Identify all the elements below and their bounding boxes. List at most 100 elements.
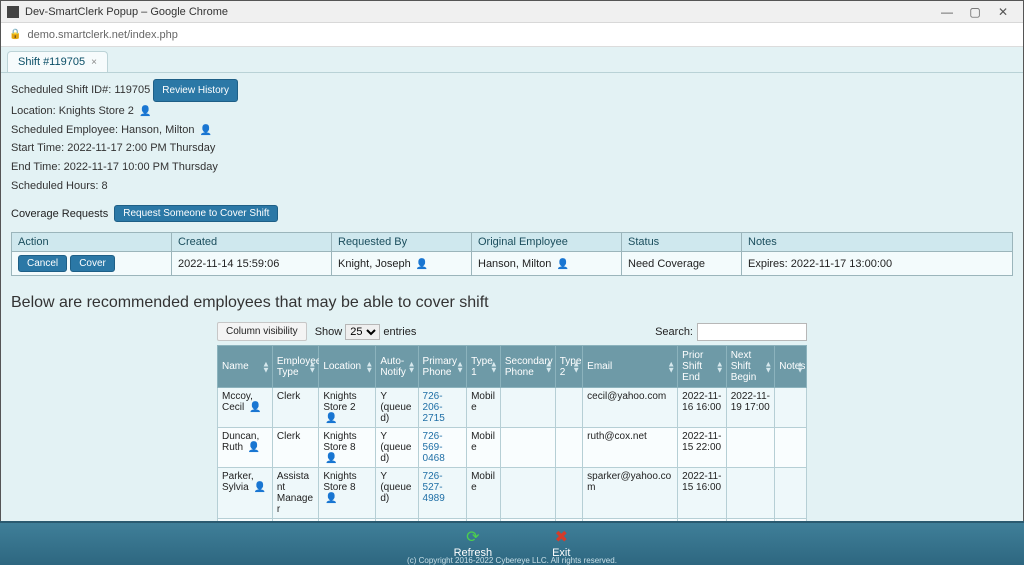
th-sphone[interactable]: Secondary Phone▲▼ [500, 346, 555, 388]
th-notify[interactable]: Auto-Notify▲▼ [376, 346, 418, 388]
sort-icon: ▲▼ [408, 361, 416, 372]
col-original-emp: Original Employee [472, 233, 622, 252]
column-visibility-button[interactable]: Column visibility [217, 322, 307, 341]
shift-end: End Time: 2022-11-17 10:00 PM Thursday [11, 158, 1013, 177]
cell-name: Duncan, Ruth 👤 [218, 428, 273, 468]
lock-icon: 🔒 [9, 29, 21, 40]
person-icon[interactable]: 👤 [253, 482, 265, 493]
th-notes[interactable]: Notes▲▼ [775, 346, 807, 388]
th-t2[interactable]: Type 2▲▼ [555, 346, 582, 388]
shift-employee: Scheduled Employee: Hanson, Milton [11, 124, 194, 136]
tab-shift[interactable]: Shift #119705 × [7, 51, 108, 72]
th-etype[interactable]: Employee Type▲▼ [272, 346, 318, 388]
col-created: Created [172, 233, 332, 252]
section-title: Below are recommended employees that may… [11, 294, 1013, 312]
location-icon[interactable]: 👤 [139, 103, 151, 120]
cell-t1: Mobile [467, 468, 501, 519]
coverage-requests: Coverage Requests Request Someone to Cov… [11, 205, 1013, 222]
window-title: Dev-SmartClerk Popup – Google Chrome [25, 6, 228, 18]
th-t1[interactable]: Type 1▲▼ [467, 346, 501, 388]
person-icon[interactable]: 👤 [416, 259, 428, 270]
location-icon[interactable]: 👤 [325, 493, 337, 504]
close-window-button[interactable]: ✕ [989, 5, 1017, 19]
cell-nsb: 2022-11-19 17:00 [726, 388, 775, 428]
url-text[interactable]: demo.smartclerk.net/index.php [27, 29, 177, 41]
location-icon[interactable]: 👤 [325, 453, 337, 464]
cell-etype: Clerk [272, 388, 318, 428]
person-icon[interactable]: 👤 [249, 402, 261, 413]
sort-icon: ▲▼ [262, 361, 270, 372]
th-pse[interactable]: Prior Shift End▲▼ [678, 346, 727, 388]
cell-nsb [726, 428, 775, 468]
minimize-button[interactable]: — [933, 5, 961, 19]
cover-button[interactable]: Cover [70, 255, 115, 272]
address-bar: 🔒 demo.smartclerk.net/index.php [1, 23, 1023, 47]
close-icon: ✖ [555, 530, 568, 546]
sort-icon: ▲▼ [764, 361, 772, 372]
person-icon[interactable]: 👤 [556, 259, 568, 270]
maximize-button[interactable]: ▢ [961, 5, 989, 19]
refresh-button[interactable]: ⟳ Refresh [454, 530, 493, 559]
cell-t1: Mobile [467, 388, 501, 428]
th-email[interactable]: Email▲▼ [583, 346, 678, 388]
original-emp-cell: Hanson, Milton [478, 258, 551, 270]
requested-by-cell: Knight, Joseph [338, 258, 411, 270]
page-length-select[interactable]: 25 [345, 324, 380, 340]
th-nsb[interactable]: Next Shift Begin▲▼ [726, 346, 775, 388]
request-cover-button[interactable]: Request Someone to Cover Shift [114, 205, 278, 222]
coverage-label: Coverage Requests [11, 208, 108, 220]
cell-pphone: 726-569-0468 [418, 428, 467, 468]
refresh-icon: ⟳ [466, 530, 479, 546]
cell-name: Parker, Sylvia 👤 [218, 468, 273, 519]
phone-link[interactable]: 726-569-0468 [423, 431, 445, 464]
col-requested-by: Requested By [332, 233, 472, 252]
created-cell: 2022-11-14 15:59:06 [172, 252, 332, 276]
search-label: Search: [655, 326, 693, 338]
cell-name: Mccoy, Cecil 👤 [218, 388, 273, 428]
status-cell: Need Coverage [622, 252, 742, 276]
cell-t2 [555, 388, 582, 428]
person-icon[interactable]: 👤 [248, 442, 260, 453]
app-tabbar: Shift #119705 × [1, 47, 1023, 73]
cell-etype: Clerk [272, 428, 318, 468]
col-notes: Notes [742, 233, 1013, 252]
sort-icon: ▲▼ [796, 361, 804, 372]
cell-sphone [500, 468, 555, 519]
refresh-label: Refresh [454, 547, 493, 559]
search-input[interactable] [697, 323, 807, 341]
col-action: Action [12, 233, 172, 252]
th-loc[interactable]: Location▲▼ [319, 346, 376, 388]
sort-icon: ▲▼ [490, 361, 498, 372]
employee-icon[interactable]: 👤 [200, 122, 212, 139]
cell-email: ruth@cox.net [583, 428, 678, 468]
phone-link[interactable]: 726-206-2715 [423, 391, 445, 424]
cell-etype: Assistant Manager [272, 468, 318, 519]
th-pphone[interactable]: Primary Phone▲▼ [418, 346, 467, 388]
location-icon[interactable]: 👤 [325, 413, 337, 424]
cell-t2 [555, 468, 582, 519]
show-label: Show [315, 326, 343, 338]
cell-notify: Y (queued) [376, 468, 418, 519]
content-area: Scheduled Shift ID#: 119705 Review Histo… [1, 73, 1023, 565]
cell-notes [775, 468, 807, 519]
cell-pse: 2022-11-15 22:00 [678, 428, 727, 468]
th-name[interactable]: Name▲▼ [218, 346, 273, 388]
review-history-button[interactable]: Review History [153, 79, 238, 102]
cell-loc: Knights Store 2 👤 [319, 388, 376, 428]
cancel-button[interactable]: Cancel [18, 255, 67, 272]
sort-icon: ▲▼ [365, 361, 373, 372]
shift-info: Scheduled Shift ID#: 119705 Review Histo… [11, 79, 1013, 195]
cell-pse: 2022-11-16 16:00 [678, 388, 727, 428]
phone-link[interactable]: 726-527-4989 [423, 471, 445, 504]
cell-loc: Knights Store 8 👤 [319, 468, 376, 519]
cell-sphone [500, 428, 555, 468]
cell-pphone: 726-527-4989 [418, 468, 467, 519]
cell-notify: Y (queued) [376, 428, 418, 468]
tab-close-icon[interactable]: × [91, 57, 97, 68]
tab-label: Shift #119705 [18, 56, 85, 68]
entries-label: entries [383, 326, 416, 338]
cell-sphone [500, 388, 555, 428]
table-row: Mccoy, Cecil 👤ClerkKnights Store 2 👤Y (q… [218, 388, 807, 428]
page-icon [7, 6, 19, 18]
exit-button[interactable]: ✖ Exit [552, 530, 570, 559]
